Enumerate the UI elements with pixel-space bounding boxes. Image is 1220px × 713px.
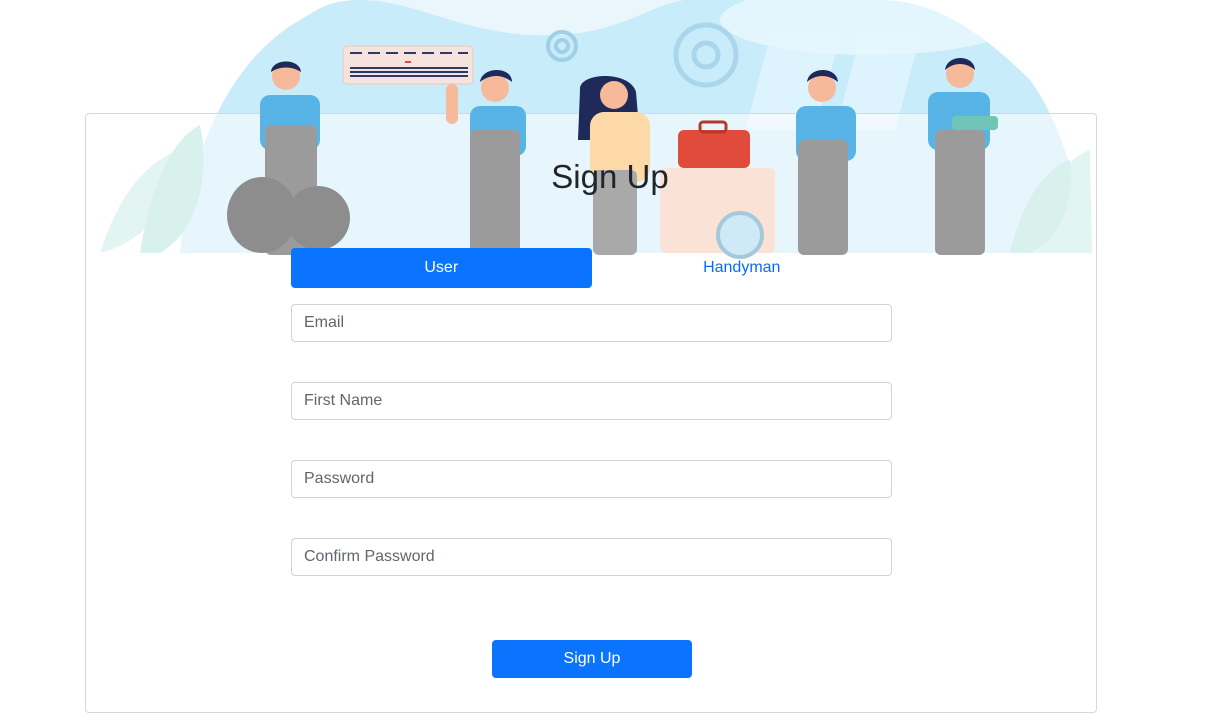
first-name-input[interactable] bbox=[291, 382, 892, 420]
confirm-password-input[interactable] bbox=[291, 538, 892, 576]
tab-user[interactable]: User bbox=[291, 248, 592, 288]
handyman-figure bbox=[928, 58, 998, 255]
handymen-illustration bbox=[227, 45, 998, 259]
password-input[interactable] bbox=[291, 460, 892, 498]
air-conditioner-icon bbox=[342, 45, 474, 85]
page-title: Sign Up bbox=[551, 158, 669, 195]
tab-handyman[interactable]: Handyman bbox=[592, 248, 893, 288]
sign-up-button[interactable]: Sign Up bbox=[492, 640, 692, 678]
email-input[interactable] bbox=[291, 304, 892, 342]
account-type-tabs: User Handyman bbox=[291, 248, 892, 288]
